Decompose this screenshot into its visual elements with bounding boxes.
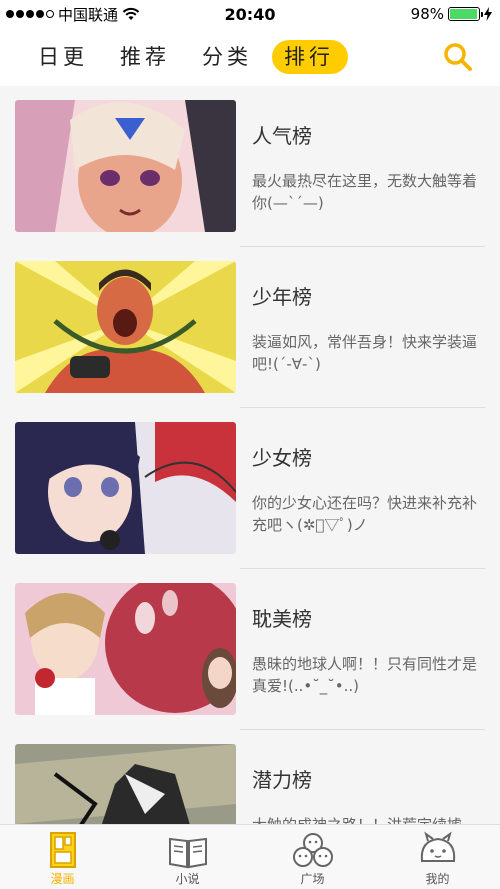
book-icon	[169, 837, 207, 869]
battery-percent: 98%	[410, 5, 444, 23]
ranking-title: 少女榜	[252, 446, 312, 470]
tab-novel[interactable]: 小说	[125, 825, 250, 889]
manga-icon	[50, 832, 76, 868]
square-icon	[293, 833, 333, 867]
bottom-tab-bar: 漫画 小说 广场 我的	[0, 824, 500, 889]
ranking-list[interactable]: 人气榜 最火最热尽在这里，无数大触等着你(—`´—) 少年榜 装逼如风，常伴吾身…	[0, 86, 500, 824]
tab-label: 广场	[300, 872, 325, 886]
tab-recommend[interactable]: 推荐	[108, 40, 178, 74]
ranking-description: 装逼如风，常伴吾身！快来学装逼吧!(´-∀-`)	[252, 333, 478, 373]
ranking-item-bl[interactable]: 耽美榜 愚昧的地球人啊！！只有同性才是真爱!(..•˘_˘•..)	[0, 569, 500, 730]
cover-image	[15, 422, 236, 554]
tab-category[interactable]: 分类	[190, 40, 260, 74]
battery-icon	[448, 7, 483, 21]
tab-ranking[interactable]: 排行	[272, 40, 348, 74]
ranking-description: 愚昧的地球人啊！！只有同性才是真爱!(..•˘_˘•..)	[252, 655, 478, 695]
ranking-description: 你的少女心还在吗？快进来补充补充吧ヽ(✲ﾟ▽ﾟ)ノ	[252, 494, 478, 534]
search-button[interactable]	[442, 41, 474, 73]
ranking-title: 少年榜	[252, 285, 312, 309]
cover-image	[15, 744, 236, 824]
cover-image	[15, 100, 236, 232]
tab-daily[interactable]: 日更	[26, 40, 96, 74]
ranking-item-popular[interactable]: 人气榜 最火最热尽在这里，无数大触等着你(—`´—)	[0, 86, 500, 247]
ranking-item-shonen[interactable]: 少年榜 装逼如风，常伴吾身！快来学装逼吧!(´-∀-`)	[0, 247, 500, 408]
search-icon	[444, 43, 472, 71]
tab-manga[interactable]: 漫画	[0, 825, 125, 889]
ranking-title: 人气榜	[252, 124, 312, 148]
tab-label: 我的	[425, 872, 450, 886]
charging-icon	[484, 7, 492, 21]
ranking-item-shoujo[interactable]: 少女榜 你的少女心还在吗？快进来补充补充吧ヽ(✲ﾟ▽ﾟ)ノ	[0, 408, 500, 569]
ranking-item-potential[interactable]: 潜力榜 大触的成神之路！！洪荒宇续掳	[0, 730, 500, 824]
tab-label: 小说	[175, 872, 200, 886]
profile-icon	[420, 831, 456, 862]
ranking-title: 潜力榜	[252, 768, 312, 792]
ranking-description: 最火最热尽在这里，无数大触等着你(—`´—)	[252, 172, 478, 212]
battery-status: 98%	[411, 5, 492, 23]
ranking-description: 大触的成神之路！！洪荒宇续掳	[252, 814, 480, 824]
ranking-title: 耽美榜	[252, 607, 312, 631]
cover-image	[15, 261, 236, 393]
status-bar: 中国联通 20:40 98%	[0, 0, 500, 28]
top-nav: 日更 推荐 分类 排行	[0, 28, 500, 86]
cover-image	[15, 583, 236, 715]
tab-square[interactable]: 广场	[250, 825, 375, 889]
tab-profile[interactable]: 我的	[375, 825, 500, 889]
tab-label: 漫画	[50, 872, 75, 886]
